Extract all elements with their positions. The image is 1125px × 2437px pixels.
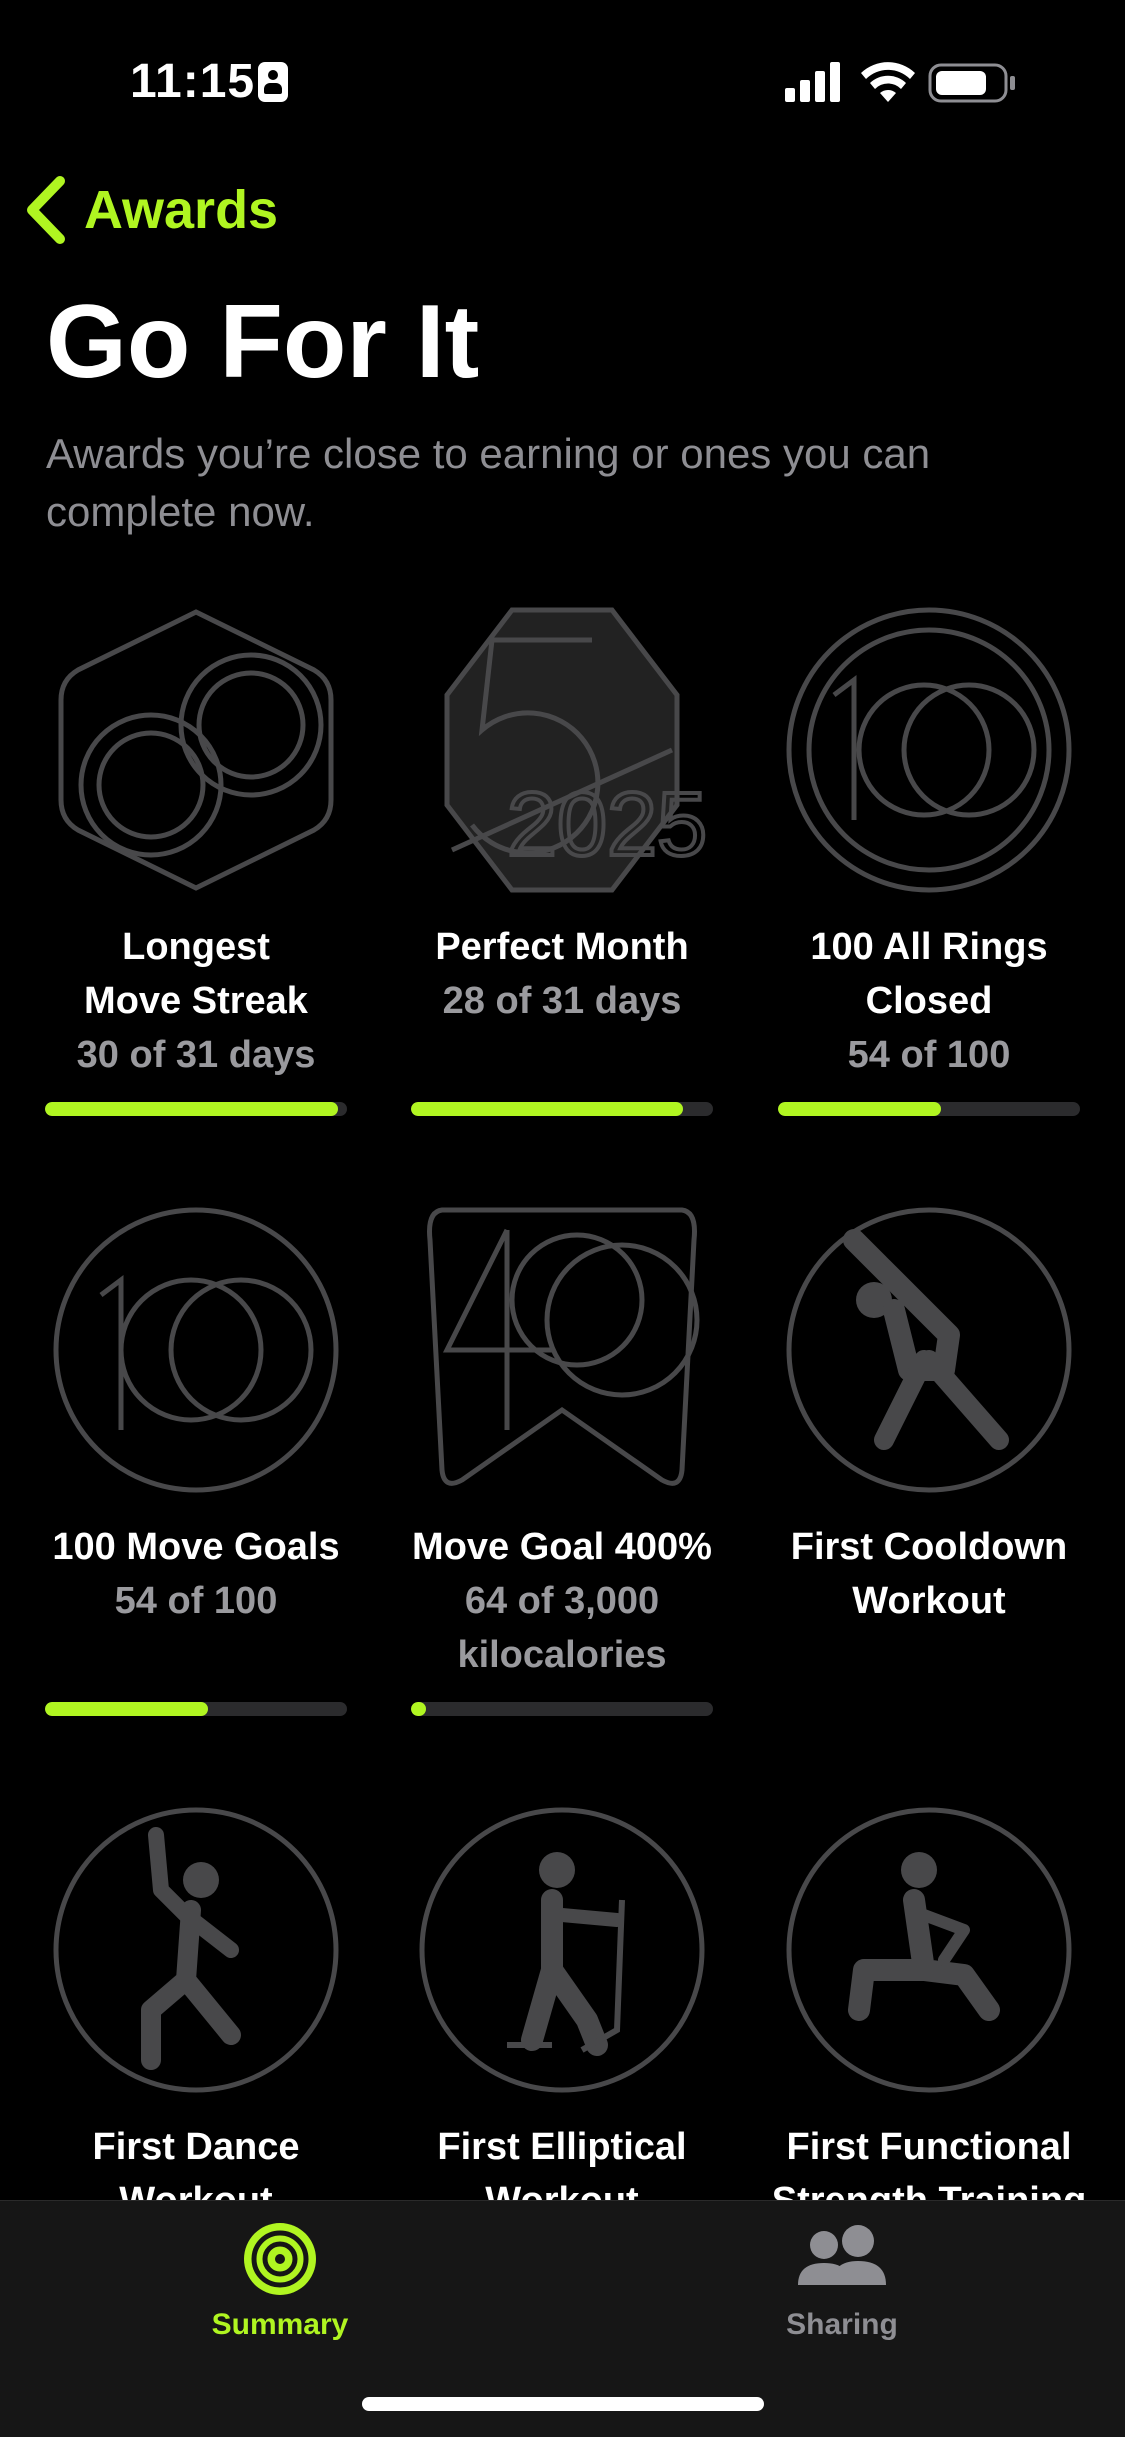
back-button[interactable]: Awards <box>24 170 278 250</box>
cellular-signal-icon <box>785 62 840 102</box>
progress-bar-fill <box>45 1102 338 1116</box>
back-label: Awards <box>84 180 279 240</box>
elliptical-figure-badge-icon <box>419 1807 705 2093</box>
tab-label: Sharing <box>786 2308 898 2341</box>
chevron-left-icon <box>27 176 65 244</box>
hexagon-5-2025-badge-icon: 2025 <box>444 607 709 893</box>
award-name: 100 Move Goals <box>52 1526 340 1568</box>
dance-figure-badge-icon <box>53 1807 339 2093</box>
award-longest-move-streak[interactable]: Longest Move Streak 30 of 31 days <box>13 600 379 1082</box>
award-first-elliptical-workout[interactable]: First Elliptical Workout <box>379 1800 745 2228</box>
award-move-goal-400[interactable]: Move Goal 400% 64 of 3,000 kilocalories <box>379 1200 745 1682</box>
award-name: Move Goal 400% <box>412 1526 712 1568</box>
tab-summary[interactable]: Summary <box>130 2221 430 2342</box>
progress-bar <box>45 1702 347 1716</box>
progress-bar <box>411 1702 713 1716</box>
activity-rings-icon <box>244 2223 316 2295</box>
award-progress: 54 of 100 <box>114 1580 278 1622</box>
wifi-icon <box>861 62 915 102</box>
progress-bar-fill <box>45 1702 209 1716</box>
progress-bar <box>45 1102 347 1116</box>
progress-bar <box>778 1102 1080 1116</box>
award-100-all-rings-closed[interactable]: 100 All Rings Closed 54 of 100 <box>746 600 1112 1082</box>
award-progress: 54 of 100 <box>847 1034 1011 1076</box>
status-time: 11:15 <box>130 55 256 108</box>
svg-text:2025: 2025 <box>507 775 707 875</box>
award-progress: 30 of 31 days <box>76 1034 316 1076</box>
award-progress: 28 of 31 days <box>442 980 682 1022</box>
status-bar: 11:15 <box>0 0 1125 150</box>
hexagon-rings-badge-icon <box>58 609 334 891</box>
award-100-move-goals[interactable]: 100 Move Goals 54 of 100 <box>13 1200 379 1628</box>
award-name: First Cooldown Workout <box>790 1526 1068 1622</box>
square-400-badge-icon <box>427 1207 700 1486</box>
battery-icon <box>928 63 1015 103</box>
award-progress: 64 of 3,000 kilocalories <box>457 1580 667 1676</box>
page-title: Go For It <box>46 284 480 400</box>
home-indicator[interactable] <box>362 2397 764 2411</box>
people-icon <box>798 2225 886 2285</box>
status-icons <box>785 62 1015 103</box>
tab-sharing[interactable]: Sharing <box>692 2221 992 2342</box>
award-first-cooldown-workout[interactable]: First Cooldown Workout <box>746 1200 1112 1628</box>
award-perfect-month[interactable]: 2025 Perfect Month 28 of 31 days <box>379 600 745 1028</box>
tab-label: Summary <box>211 2308 349 2341</box>
focus-person-icon <box>258 62 288 102</box>
progress-bar-fill <box>778 1102 942 1116</box>
award-first-dance-workout[interactable]: First Dance Workout <box>13 1800 379 2228</box>
award-first-functional-strength-training[interactable]: First Functional Strength Training <box>746 1800 1112 2228</box>
progress-bar <box>411 1102 713 1116</box>
strength-figure-badge-icon <box>786 1807 1072 2093</box>
circle-100-badge-icon <box>786 607 1072 893</box>
circle-100-badge-icon <box>53 1207 339 1493</box>
cooldown-figure-badge-icon <box>786 1207 1072 1493</box>
award-name: Perfect Month <box>435 926 689 968</box>
page-subtitle: Awards you’re close to earning or ones y… <box>46 430 931 535</box>
progress-bar-fill <box>411 1102 683 1116</box>
award-name: Longest Move Streak <box>84 926 308 1022</box>
award-name: 100 All Rings Closed <box>810 926 1048 1022</box>
progress-bar-fill <box>411 1702 427 1716</box>
